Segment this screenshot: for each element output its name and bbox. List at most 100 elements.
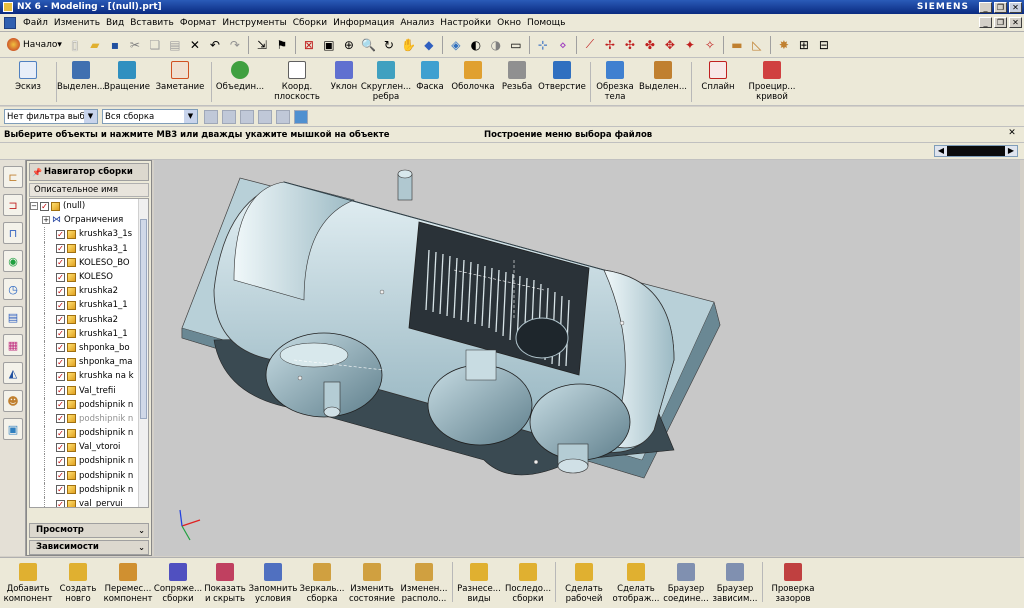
menu-assemblies[interactable]: Сборки: [290, 18, 330, 28]
part-filter-icon[interactable]: [294, 109, 308, 124]
tree-row[interactable]: ✓ krushka na k: [30, 369, 148, 384]
snap-midpoint-icon[interactable]: ✢: [601, 36, 619, 54]
wave-icon[interactable]: ⊞: [795, 36, 813, 54]
chevron-left-icon[interactable]: ◀: [935, 146, 947, 156]
spline-button[interactable]: Сплайн: [694, 58, 742, 92]
rotate-icon[interactable]: ↻: [380, 36, 398, 54]
sweep-button[interactable]: Заметание: [151, 58, 209, 92]
start-button[interactable]: Начало ▾: [4, 35, 65, 55]
tree-row[interactable]: ✓ krushka2: [30, 312, 148, 327]
tree-row[interactable]: ✓ KOLESO_BO: [30, 255, 148, 270]
make-displayed-button[interactable]: Сделать отображ...: [610, 558, 662, 604]
fit-icon[interactable]: ⊠: [300, 36, 318, 54]
revolve-button[interactable]: Вращение: [103, 58, 151, 92]
doc-close-icon[interactable]: ✕: [1009, 17, 1022, 28]
project-curve-button[interactable]: Проецир... кривой: [742, 58, 802, 102]
draft-button[interactable]: Уклон: [328, 58, 360, 92]
layer-icon[interactable]: ⋄: [554, 36, 572, 54]
select-all-icon[interactable]: [258, 109, 272, 124]
delete-icon[interactable]: ✕: [186, 36, 204, 54]
deselect-icon[interactable]: [240, 109, 254, 124]
sketch-button[interactable]: Эскиз: [2, 58, 54, 92]
tree-row[interactable]: ✓ krushka3_1: [30, 241, 148, 256]
sequence-button[interactable]: Последо... сборки: [503, 558, 553, 604]
menu-window[interactable]: Окно: [494, 18, 524, 28]
checkbox-icon[interactable]: ✓: [56, 386, 65, 396]
preview-panel[interactable]: Просмотр ⌄: [29, 523, 149, 538]
redo-icon[interactable]: ↷: [226, 36, 244, 54]
zoom-in-icon[interactable]: 🔍: [360, 36, 378, 54]
datum-plane-button[interactable]: Коорд. плоскость: [266, 58, 328, 102]
tree-row[interactable]: ✓ shponka_bo: [30, 340, 148, 356]
extrude-button[interactable]: Выделен...: [57, 58, 105, 92]
zoom-icon[interactable]: ⊕: [340, 36, 358, 54]
chamfer-button[interactable]: Фаска: [412, 58, 448, 92]
checkbox-icon[interactable]: ✓: [56, 315, 65, 325]
column-header[interactable]: Описательное имя детали: [29, 183, 149, 207]
checkbox-icon[interactable]: ✓: [56, 371, 65, 381]
hole-button[interactable]: Отверстие: [536, 58, 588, 92]
checkbox-icon[interactable]: ✓: [56, 499, 65, 507]
doc-menu-icon[interactable]: [4, 16, 16, 29]
tree-row[interactable]: ✓ shponka_ma: [30, 355, 148, 370]
doc-restore-icon[interactable]: ❐: [994, 17, 1007, 28]
collapse-icon[interactable]: −: [30, 202, 38, 211]
tree-row[interactable]: ✓ krushka2: [30, 284, 148, 299]
minimize-icon[interactable]: _: [979, 1, 992, 13]
checkbox-icon[interactable]: ✓: [56, 442, 65, 452]
part-navigator-tab-icon[interactable]: ⊓: [3, 222, 23, 244]
menu-help[interactable]: Помощь: [524, 18, 568, 28]
menu-preferences[interactable]: Настройки: [437, 18, 494, 28]
checkbox-icon[interactable]: ✓: [56, 456, 65, 466]
arrangement-button[interactable]: Изменен... располо...: [398, 558, 450, 604]
add-component-button[interactable]: Добавить компонент: [2, 558, 54, 604]
scope-combo[interactable]: Вся сборка ▼: [102, 109, 198, 124]
tree-row[interactable]: ✓ krushka3_1s: [30, 227, 148, 242]
create-new-button[interactable]: Создать новго: [54, 558, 102, 604]
assembly-tools-icon[interactable]: ✸: [775, 36, 793, 54]
checkbox-icon[interactable]: ✓: [56, 300, 65, 310]
people-icon[interactable]: ☻: [3, 390, 23, 412]
make-work-part-button[interactable]: Сделать рабочей: [558, 558, 610, 604]
cut-icon[interactable]: ✂: [126, 36, 144, 54]
checkbox-icon[interactable]: ✓: [56, 329, 65, 339]
constraint-navigator-tab-icon[interactable]: ⊐: [3, 194, 23, 216]
restore-icon[interactable]: ❐: [994, 1, 1007, 13]
show-hide-button[interactable]: Показать и скрыть: [202, 558, 248, 604]
expand-icon[interactable]: +: [42, 216, 50, 225]
tree-row[interactable]: ✓ podshipnik n: [30, 482, 148, 497]
snap-intersection-icon[interactable]: ✥: [661, 36, 679, 54]
general-filter-icon[interactable]: [222, 109, 236, 124]
tree-row[interactable]: ✓ podshipnik n: [30, 454, 148, 469]
box-select-icon[interactable]: [276, 109, 290, 124]
menu-format[interactable]: Формат: [177, 18, 220, 28]
orient-view-icon[interactable]: ◈: [447, 36, 465, 54]
tree-row[interactable]: ✓ podshipnik n: [30, 397, 148, 412]
thread-button[interactable]: Резьба: [498, 58, 536, 92]
menu-edit[interactable]: Изменить: [51, 18, 103, 28]
roles-tab-icon[interactable]: ◭: [3, 362, 23, 384]
exploded-views-button[interactable]: Разнесе... виды: [455, 558, 503, 604]
change-state-button[interactable]: Изменить состояние: [346, 558, 398, 604]
tree-root[interactable]: − ✓ (null): [30, 199, 148, 213]
mate-button[interactable]: Сопряже... сборки: [154, 558, 202, 604]
checkbox-icon[interactable]: ✓: [56, 471, 65, 481]
type-filter-combo[interactable]: Нет фильтра выбо ▼: [4, 109, 98, 124]
menu-view[interactable]: Вид: [103, 18, 127, 28]
pan-icon[interactable]: ✋: [400, 36, 418, 54]
checkbox-icon[interactable]: ✓: [56, 414, 65, 424]
tree-row[interactable]: ✓ KOLESO: [30, 269, 148, 285]
measure-distance-icon[interactable]: ▬: [728, 36, 746, 54]
snap-quadrant-icon[interactable]: ✤: [641, 36, 659, 54]
checkbox-icon[interactable]: ✓: [56, 485, 65, 495]
extract-button[interactable]: Выделен...: [637, 58, 689, 92]
snap-point-icon[interactable]: ✦: [681, 36, 699, 54]
background-icon[interactable]: ▭: [507, 36, 525, 54]
dependency-browser-button[interactable]: Браузер зависим...: [710, 558, 760, 604]
snap-center-icon[interactable]: ✣: [621, 36, 639, 54]
new-file-icon[interactable]: ▯: [66, 36, 84, 54]
filter-reset-icon[interactable]: [204, 109, 218, 124]
save-icon[interactable]: ▪: [106, 36, 124, 54]
clearance-check-button[interactable]: Проверка зазоров: [765, 558, 821, 604]
move-component-button[interactable]: Перемес... компонент: [102, 558, 154, 604]
